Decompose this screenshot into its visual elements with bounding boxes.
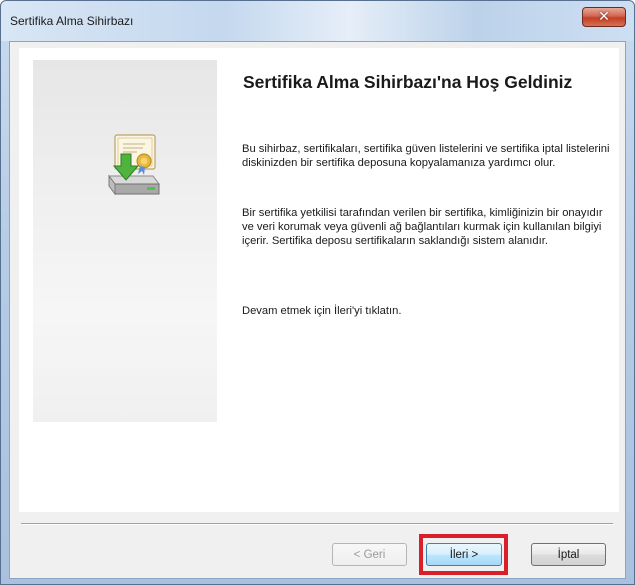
cancel-button[interactable]: İptal <box>531 543 606 566</box>
intro-paragraph: Bu sihirbaz, sertifikaları, sertifika gü… <box>242 143 610 170</box>
window-title: Sertifika Alma Sihirbazı <box>10 14 134 28</box>
explanation-paragraph: Bir sertifika yetkilisi tarafından veril… <box>242 207 603 248</box>
wizard-window: Sertifika Alma Sihirbazı ✕ Sertifika Alm… <box>0 0 635 585</box>
close-button[interactable]: ✕ <box>582 7 626 27</box>
wizard-content-panel: Sertifika Alma Sihirbazı'na Hoş Geldiniz… <box>19 48 619 512</box>
wizard-heading: Sertifika Alma Sihirbazı'na Hoş Geldiniz <box>243 72 573 92</box>
continue-instruction: Devam etmek için İleri'yi tıklatın. <box>242 305 402 317</box>
close-icon: ✕ <box>598 9 610 25</box>
dialog-client-area: Sertifika Alma Sihirbazı'na Hoş Geldiniz… <box>9 41 626 579</box>
next-button-highlight <box>419 534 508 575</box>
footer-divider <box>21 523 613 525</box>
back-button[interactable]: < Geri <box>332 543 407 566</box>
wizard-side-panel <box>33 60 217 422</box>
certificate-import-icon <box>108 134 160 196</box>
title-bar[interactable]: Sertifika Alma Sihirbazı ✕ <box>1 1 634 41</box>
